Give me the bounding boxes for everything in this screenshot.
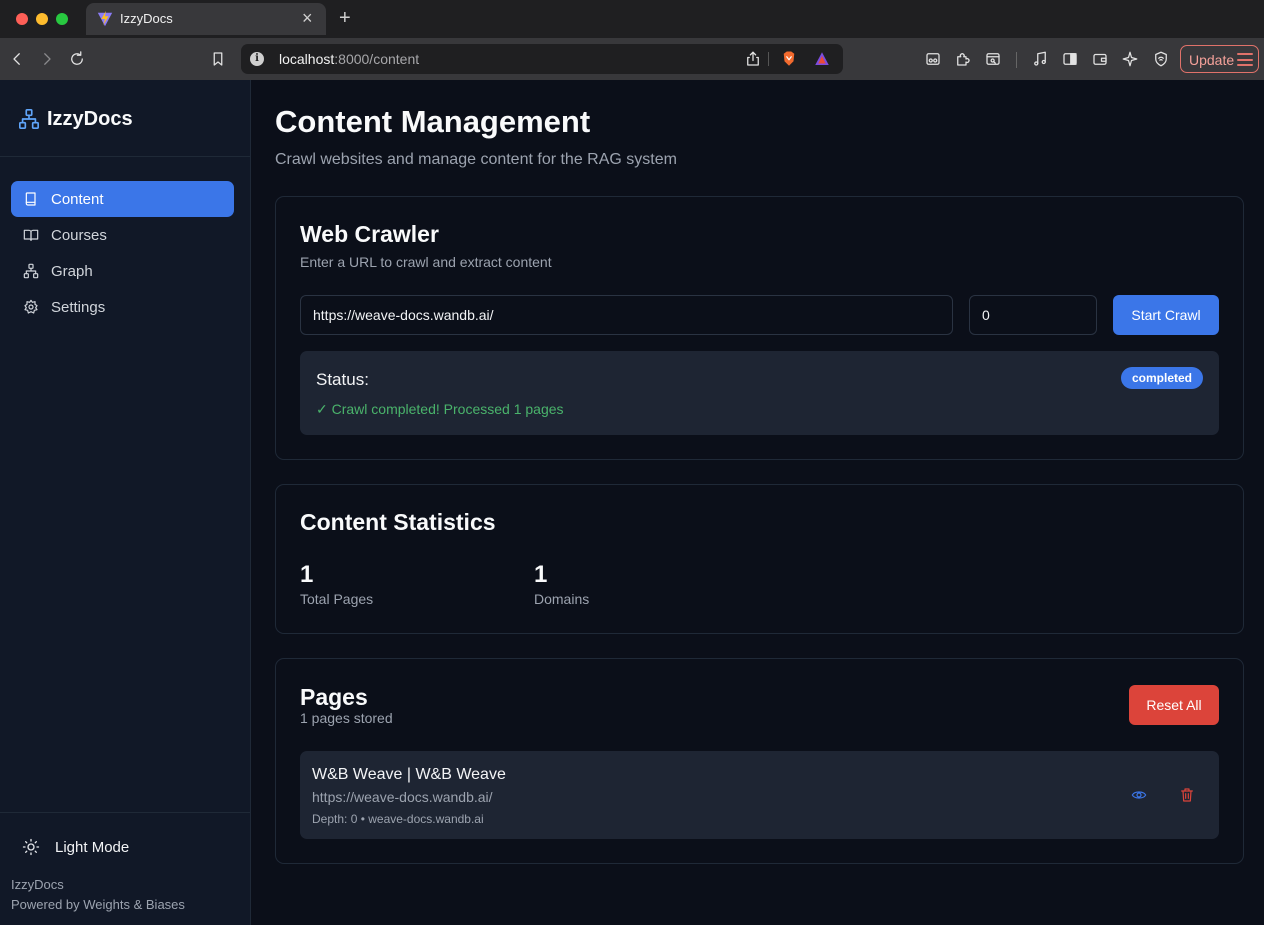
new-tab-button[interactable]: + [339,6,351,30]
crawl-url-input[interactable] [300,295,953,335]
leo-ai-icon[interactable] [1118,47,1142,71]
card-title: Content Statistics [300,509,496,535]
footer-powered-by: Powered by Weights & Biases [11,897,185,912]
address-bar[interactable]: i localhost:8000/content [241,44,843,74]
address-text[interactable]: localhost:8000/content [279,51,419,67]
site-info-icon[interactable]: i [250,52,264,66]
brand[interactable]: IzzyDocs [18,106,133,132]
reset-all-button[interactable]: Reset All [1129,685,1219,725]
sidebar-item-label: Settings [51,298,106,316]
sidebar-divider [0,812,250,813]
tab-search-icon[interactable] [981,47,1005,71]
vite-favicon-icon [97,10,113,27]
domains-label: Domains [534,591,590,607]
card-description: Enter a URL to crawl and extract content [300,254,552,270]
pages-count: 1 pages stored [300,710,393,726]
sidebar-item-settings[interactable]: Settings [11,289,234,325]
sidebar-item-content[interactable]: Content [11,181,234,217]
theme-toggle-label: Light Mode [55,838,130,856]
card-title: Web Crawler [300,221,439,247]
sidebar-divider [0,156,250,157]
theme-toggle-button[interactable]: Light Mode [22,837,129,857]
page-subtitle: Crawl websites and manage content for th… [275,151,677,168]
card-title: Pages [300,684,368,710]
vpn-icon[interactable] [1149,47,1173,71]
domains-value: 1 [534,561,548,588]
browser-toolbar: i localhost:8000/content Update [0,38,1264,80]
status-message: ✓ Crawl completed! Processed 1 pages [316,401,564,417]
brave-rewards-icon[interactable] [810,47,834,71]
content-statistics-card: Content Statistics 1 Total Pages 1 Domai… [275,484,1244,634]
sidebar-nav: Content Courses Graph Settings [11,181,234,325]
back-icon[interactable] [5,47,29,71]
update-button[interactable]: Update [1180,45,1259,73]
bookmark-icon[interactable] [206,47,230,71]
sidebar: IzzyDocs Content Courses Graph Settings … [0,80,251,925]
sidebar-item-label: Courses [51,226,107,244]
tab-close-icon[interactable]: × [302,7,313,29]
network-logo-icon [19,109,39,129]
page-title: Content Management [275,104,591,139]
sidebar-toggle-icon[interactable] [1058,47,1082,71]
tab-title: IzzyDocs [120,11,173,26]
page-item-url: https://weave-docs.wandb.ai/ [312,789,493,805]
crawl-depth-input[interactable] [969,295,1097,335]
status-badge: completed [1120,367,1203,389]
brand-name: IzzyDocs [47,107,133,130]
media-icon[interactable] [1028,47,1052,71]
sidebar-item-label: Graph [51,262,93,280]
sun-icon [22,838,40,856]
browser-tab-bar: IzzyDocs × + [0,0,1264,38]
list-item[interactable]: W&B Weave | W&B Weave https://weave-docs… [300,751,1219,839]
crawl-status-panel: Status: completed ✓ Crawl completed! Pro… [300,351,1219,435]
view-page-button[interactable] [1129,785,1149,805]
footer-app-name: IzzyDocs [11,877,64,892]
pages-card: Pages 1 pages stored Reset All W&B Weave… [275,658,1244,864]
window-zoom-button[interactable] [56,13,68,25]
book-icon [25,192,36,206]
gear-icon [24,299,38,314]
sidebar-item-graph[interactable]: Graph [11,253,234,289]
brave-shields-icon[interactable] [777,47,801,71]
sidebar-item-courses[interactable]: Courses [11,217,234,253]
forward-icon[interactable] [35,47,59,71]
window-minimize-button[interactable] [36,13,48,25]
page-item-title: W&B Weave | W&B Weave [312,766,506,783]
status-label: Status: [316,370,369,389]
sidebar-item-label: Content [51,190,104,208]
delete-page-button[interactable] [1177,785,1197,805]
total-pages-value: 1 [300,561,314,588]
wallet-icon[interactable] [1088,47,1112,71]
book-open-icon [23,229,39,241]
menu-icon [1237,53,1253,66]
page-item-meta: Depth: 0 • weave-docs.wandb.ai [312,812,484,826]
reader-mode-icon[interactable] [921,47,945,71]
share-icon[interactable] [741,47,765,71]
trash-icon [1181,788,1193,802]
eye-icon [1131,791,1147,799]
window-close-button[interactable] [16,13,28,25]
browser-tab[interactable]: IzzyDocs × [86,3,326,35]
web-crawler-card: Web Crawler Enter a URL to crawl and ext… [275,196,1244,460]
extensions-icon[interactable] [951,47,975,71]
network-icon [23,263,39,279]
total-pages-label: Total Pages [300,591,374,607]
start-crawl-button[interactable]: Start Crawl [1113,295,1219,335]
update-label: Update [1189,52,1235,68]
reload-icon[interactable] [65,47,89,71]
